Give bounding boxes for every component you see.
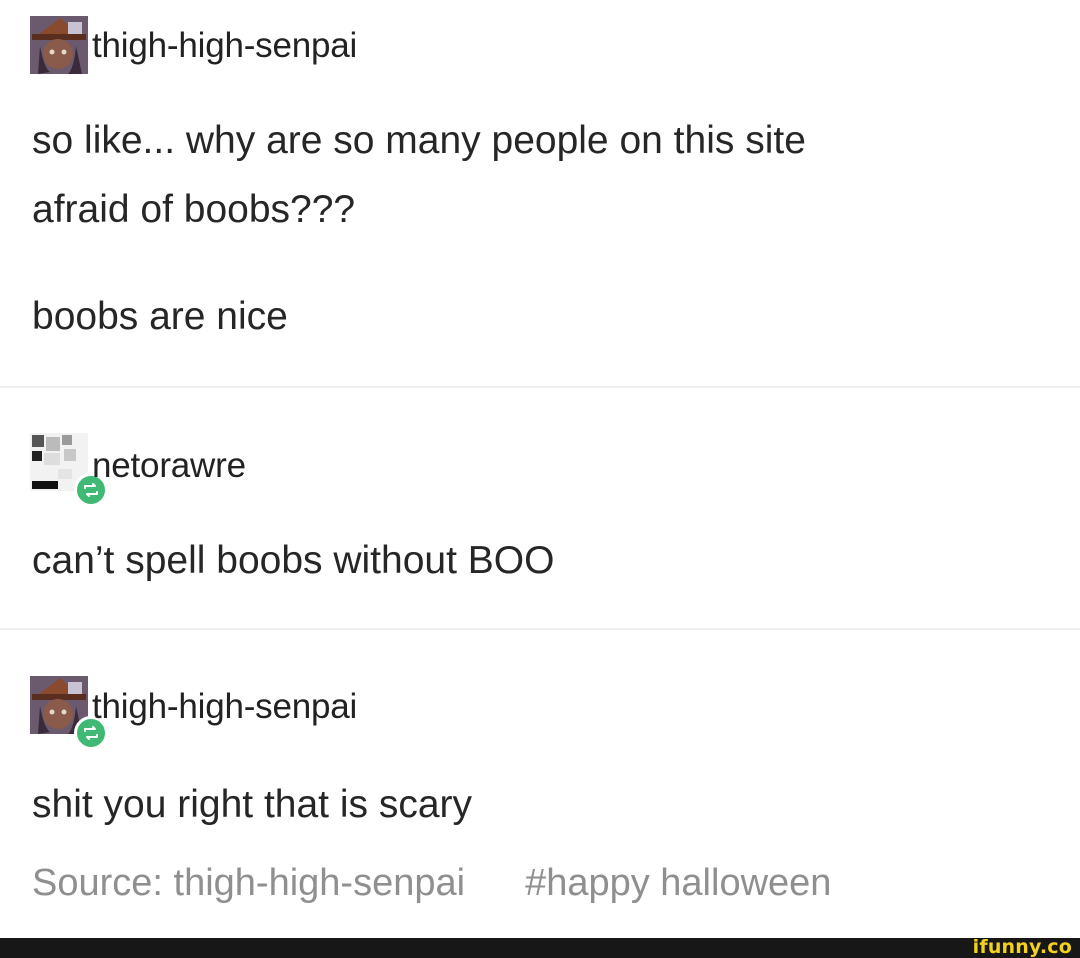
post-username[interactable]: thigh-high-senpai (92, 26, 357, 66)
post-text-line: boobs are nice (32, 295, 288, 338)
witch-avatar-icon (30, 16, 88, 74)
post-username[interactable]: netorawre (92, 446, 246, 486)
post-text-line: shit you right that is scary (32, 783, 473, 826)
post-text-line: so like... why are so many people on thi… (32, 119, 806, 162)
divider (0, 628, 1080, 630)
post-text-line: can’t spell boobs without BOO (32, 539, 555, 582)
tag-link[interactable]: #happy halloween (525, 862, 831, 905)
post-header (30, 676, 108, 750)
avatar[interactable] (30, 16, 88, 74)
avatar[interactable] (30, 676, 108, 750)
post-header (30, 433, 108, 507)
post-text-line: afraid of boobs??? (32, 188, 356, 231)
post-header (30, 16, 88, 74)
post-footer: Source: thigh-high-senpai #happy hallowe… (32, 862, 831, 905)
watermark-bar: ifunny.co (0, 936, 1080, 958)
post-username[interactable]: thigh-high-senpai (92, 687, 357, 727)
source-link[interactable]: Source: thigh-high-senpai (32, 862, 465, 905)
divider (0, 386, 1080, 388)
avatar[interactable] (30, 433, 108, 507)
ifunny-watermark: ifunny.co (972, 936, 1072, 958)
